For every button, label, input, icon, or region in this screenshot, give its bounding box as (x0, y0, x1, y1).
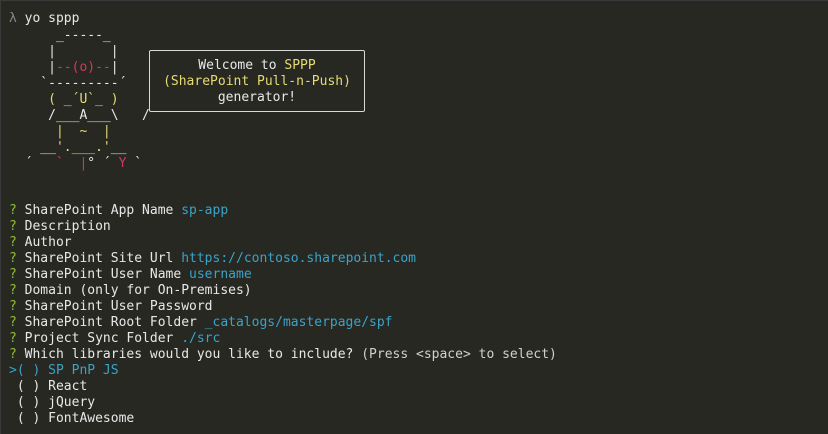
question-label: Which libraries would you like to includ… (24, 347, 354, 362)
selection-cursor-icon: > (9, 363, 17, 378)
question-hint: (Press <space> to select) (361, 347, 557, 362)
question-mark-icon: ? (9, 219, 17, 234)
question-answer: sp-app (181, 203, 229, 218)
library-option-jquery[interactable]: ( ) jQuery (9, 395, 95, 411)
yeoman-ascii-art: _-----_ | | |--(o)--| `---------´ ( _´U`… (9, 28, 150, 171)
library-option-label: SP PnP JS (48, 363, 119, 378)
question-label: Author (24, 235, 72, 250)
banner-line-1: Welcome to SPPP (149, 58, 365, 74)
question-mark-icon: ? (9, 203, 17, 218)
terminal-window[interactable]: λ yo sppp _-----_ | | |--(o)--| `-------… (0, 0, 828, 434)
library-option-label: React (48, 379, 88, 394)
question-label: SharePoint User Password (24, 299, 213, 314)
checkbox[interactable]: ( ) (17, 411, 40, 426)
question-sync-folder: ? Project Sync Folder ./src (9, 331, 220, 347)
question-answer: _catalogs/masterpage/spf (204, 315, 393, 330)
banner-welcome-text: Welcome to (198, 58, 285, 73)
question-root-folder: ? SharePoint Root Folder _catalogs/maste… (9, 315, 393, 331)
question-label: Domain (only for On-Premises) (24, 283, 252, 298)
library-option-label: jQuery (48, 395, 96, 410)
question-mark-icon: ? (9, 331, 17, 346)
checkbox[interactable]: ( ) (17, 395, 40, 410)
question-label: SharePoint Site Url (24, 251, 174, 266)
banner-line-2: (SharePoint Pull-n-Push) (163, 74, 351, 89)
library-option-label: FontAwesome (48, 411, 135, 426)
question-site-url: ? SharePoint Site Url https://contoso.sh… (9, 251, 416, 267)
question-mark-icon: ? (9, 235, 17, 250)
checkbox[interactable]: ( ) (17, 379, 40, 394)
command-text: yo sppp (24, 11, 80, 26)
question-label: SharePoint Root Folder (24, 315, 197, 330)
command-line: λ yo sppp (9, 11, 79, 27)
question-mark-icon: ? (9, 299, 17, 314)
question-mark-icon: ? (9, 283, 17, 298)
question-mark-icon: ? (9, 267, 17, 282)
question-answer: ./src (181, 331, 221, 346)
question-mark-icon: ? (9, 251, 17, 266)
prompt-symbol: λ (9, 11, 17, 26)
question-app-name: ? SharePoint App Name sp-app (9, 203, 228, 219)
question-mark-icon: ? (9, 347, 17, 362)
question-label: SharePoint App Name (24, 203, 174, 218)
question-description: ? Description (9, 219, 111, 235)
library-option-fontawesome[interactable]: ( ) FontAwesome (9, 411, 134, 427)
banner-brand: SPPP (284, 58, 316, 73)
banner-line-3: generator! (217, 90, 297, 105)
question-user-name: ? SharePoint User Name username (9, 267, 252, 283)
question-mark-icon: ? (9, 315, 17, 330)
question-domain: ? Domain (only for On-Premises) (9, 283, 252, 299)
question-answer: https://contoso.sharepoint.com (181, 251, 417, 266)
question-libraries: ? Which libraries would you like to incl… (9, 347, 557, 363)
question-label: Project Sync Folder (24, 331, 174, 346)
question-password: ? SharePoint User Password (9, 299, 213, 315)
question-answer: username (189, 267, 252, 282)
library-option-sp-pnp-js[interactable]: >( ) SP PnP JS (9, 363, 119, 379)
checkbox[interactable]: ( ) (17, 363, 40, 378)
question-label: Description (24, 219, 111, 234)
library-option-react[interactable]: ( ) React (9, 379, 87, 395)
question-label: SharePoint User Name (24, 267, 182, 282)
welcome-banner-text: Welcome to SPPP (SharePoint Pull-n-Push)… (149, 58, 365, 106)
question-author: ? Author (9, 235, 72, 251)
